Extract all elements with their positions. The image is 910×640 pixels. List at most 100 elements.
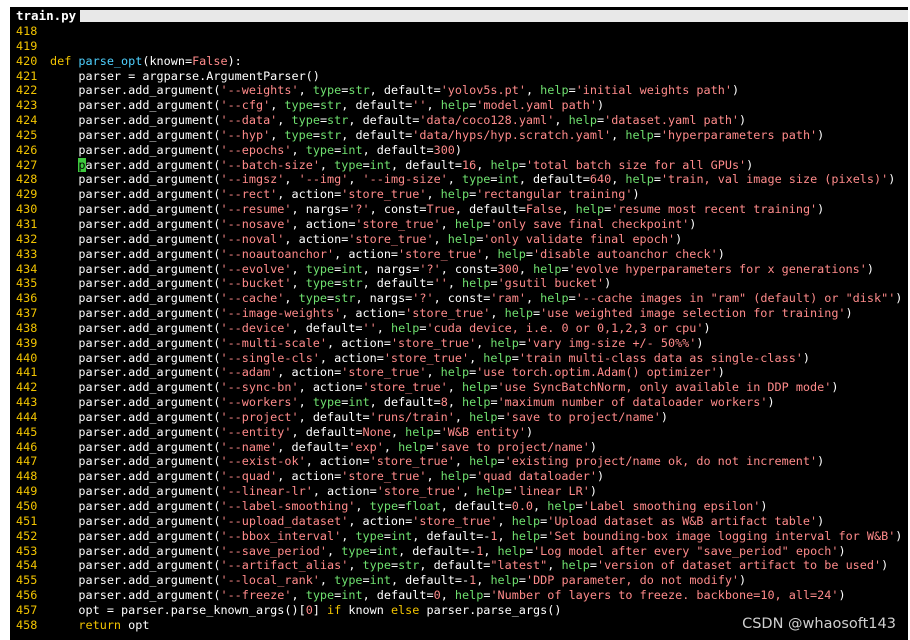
code-token: ) (597, 98, 605, 113)
code-token: , (348, 558, 363, 573)
code-token: parser.add_argument( (50, 588, 221, 603)
code-token: 'cuda device, i.e. 0 or 0,1,2,3 or cpu' (426, 320, 704, 335)
code-token: , (426, 98, 441, 113)
code-token: , action= (284, 231, 349, 246)
code-line[interactable]: 432 parser.add_argument('--noval', actio… (10, 232, 908, 247)
code-token: '--adam' (220, 365, 278, 380)
code-token: help (462, 276, 491, 291)
code-token: '--weights' (220, 83, 299, 98)
code-token: ) (746, 157, 754, 172)
code-token: help (390, 320, 420, 335)
code-token: int (369, 573, 391, 588)
code-token: help (469, 454, 498, 469)
code-token: '--cache' (220, 291, 285, 306)
code-token: 'store_true' (383, 350, 470, 365)
code-line[interactable]: 427 parser.add_argument('--batch-size' , … (10, 157, 908, 173)
code-token: = (589, 558, 597, 573)
code-line[interactable]: 437 parser.add_argument('--image-weights… (10, 306, 908, 321)
code-token: '--noautoanchor' (220, 246, 335, 261)
code-token: help (469, 409, 498, 424)
code-line[interactable]: 424 parser.add_argument('--data', type=s… (10, 113, 908, 128)
code-line[interactable]: 435 parser.add_argument('--bucket', type… (10, 276, 908, 291)
code-line[interactable]: 429 parser.add_argument('--rect', action… (10, 187, 908, 202)
code-line[interactable]: 455 parser.add_argument('--local_rank' , … (10, 573, 908, 588)
code-line[interactable]: 447 parser.add_argument('--exist-ok', ac… (10, 454, 908, 469)
line-number: 422 (16, 83, 38, 98)
code-token: , const= (440, 261, 498, 276)
code-token: help (440, 98, 470, 113)
code-line[interactable]: 420 def parse_opt(known=False): (10, 54, 908, 69)
code-line[interactable]: 425 parser.add_argument('--hyp', type=st… (10, 128, 908, 143)
code-line[interactable]: 446 parser.add_argument('--name', defaul… (10, 440, 908, 455)
code-token: help (490, 573, 519, 588)
code-line[interactable]: 445 parser.add_argument('--entity', defa… (10, 425, 908, 440)
code-token: type (305, 588, 335, 603)
code-token: , (341, 528, 356, 543)
code-token: , default= (362, 142, 434, 157)
line-number: 456 (16, 588, 38, 603)
code-line[interactable]: 434 parser.add_argument('--evolve', type… (10, 262, 908, 277)
code-token: str (327, 113, 349, 128)
code-token: 'existing project/name ok, do not increm… (504, 454, 818, 469)
code-token: , (454, 409, 470, 424)
code-token: 0 (433, 588, 441, 603)
code-token: '--device' (220, 320, 292, 335)
line-number: 430 (16, 202, 38, 217)
code-line[interactable]: 430 parser.add_argument('--resume', narg… (10, 202, 908, 217)
code-line[interactable]: 453 parser.add_argument('--save_period',… (10, 544, 908, 559)
code-line[interactable]: 428 parser.add_argument('--imgsz', '--im… (10, 172, 908, 187)
code-line[interactable]: 438 parser.add_argument('--device', defa… (10, 321, 908, 336)
code-line[interactable]: 452 parser.add_argument('--bbox_interval… (10, 529, 908, 544)
code-token: '' (412, 98, 427, 113)
code-token: help (476, 484, 505, 499)
code-line[interactable]: 431 parser.add_argument('--nosave', acti… (10, 217, 908, 232)
code-token: , (355, 499, 370, 513)
code-token: , (461, 484, 477, 499)
code-token: , action= (319, 350, 384, 365)
code-token: , action= (341, 306, 406, 321)
code-line[interactable]: 422 parser.add_argument('--weights', typ… (10, 83, 908, 98)
code-token: parser.add_argument( (50, 558, 221, 573)
code-token: parser.add_argument( (50, 306, 221, 321)
line-number: 439 (16, 335, 38, 350)
code-token: ) (604, 276, 612, 291)
code-token: , (525, 291, 541, 306)
code-token: 'Label smoothing epsilon' (582, 499, 761, 513)
code-token: , (440, 216, 455, 231)
code-line[interactable]: 444 parser.add_argument('--project', def… (10, 410, 908, 425)
code-line[interactable]: 451 parser.add_argument('--upload_datase… (10, 514, 908, 529)
code-line[interactable]: 419 (10, 39, 908, 54)
code-line[interactable]: 456 parser.add_argument('--freeze', type… (10, 588, 908, 603)
code-line[interactable]: 440 parser.add_argument('--single-cls', … (10, 351, 908, 366)
code-token: , action= (348, 513, 413, 528)
code-token: int (390, 528, 413, 543)
code-token: help (483, 350, 512, 365)
code-line[interactable]: 423 parser.add_argument('--cfg', type=st… (10, 98, 908, 113)
code-editor[interactable]: 418 419 420 def parse_opt(known=False): 421 … (10, 24, 908, 633)
code-line[interactable]: 448 parser.add_argument('--quad', action… (10, 469, 908, 484)
code-line[interactable]: 436 parser.add_argument('--cache', type =… (10, 291, 908, 306)
code-line[interactable]: 421 parser = argparse.ArgumentParser() (10, 69, 908, 84)
code-token: parser.add_argument( (50, 246, 221, 261)
code-line[interactable]: 450 parser.add_argument('--label-smoothi… (10, 499, 908, 514)
code-token: parser.add_argument( (50, 395, 221, 410)
code-token: parser.add_argument( (50, 113, 221, 128)
code-line[interactable]: 426 parser.add_argument('--epochs', type… (10, 143, 908, 158)
code-token: parser.add_argument( (50, 573, 221, 588)
code-token: 640 (589, 172, 612, 187)
code-token: help (511, 528, 541, 543)
code-line[interactable]: 449 parser.add_argument('--linear-lr', a… (10, 484, 908, 499)
code-line[interactable]: 441 parser.add_argument('--adam', action… (10, 365, 908, 380)
code-line[interactable]: 443 parser.add_argument('--workers', typ… (10, 395, 908, 410)
line-number: 423 (16, 98, 38, 113)
code-token: = (490, 380, 498, 395)
code-line[interactable]: 442 parser.add_argument('--sync-bn', act… (10, 380, 908, 395)
code-token: , (447, 380, 462, 395)
code-token: , (497, 528, 512, 543)
code-line[interactable]: 454 parser.add_argument('--artifact_alia… (10, 558, 908, 573)
code-line[interactable]: 433 parser.add_argument('--noautoanchor'… (10, 247, 908, 262)
code-line[interactable]: 418 (10, 24, 908, 39)
code-token: 'use SyncBatchNorm, only available in DD… (497, 380, 832, 395)
code-line[interactable]: 439 parser.add_argument('--multi-scale',… (10, 336, 908, 351)
